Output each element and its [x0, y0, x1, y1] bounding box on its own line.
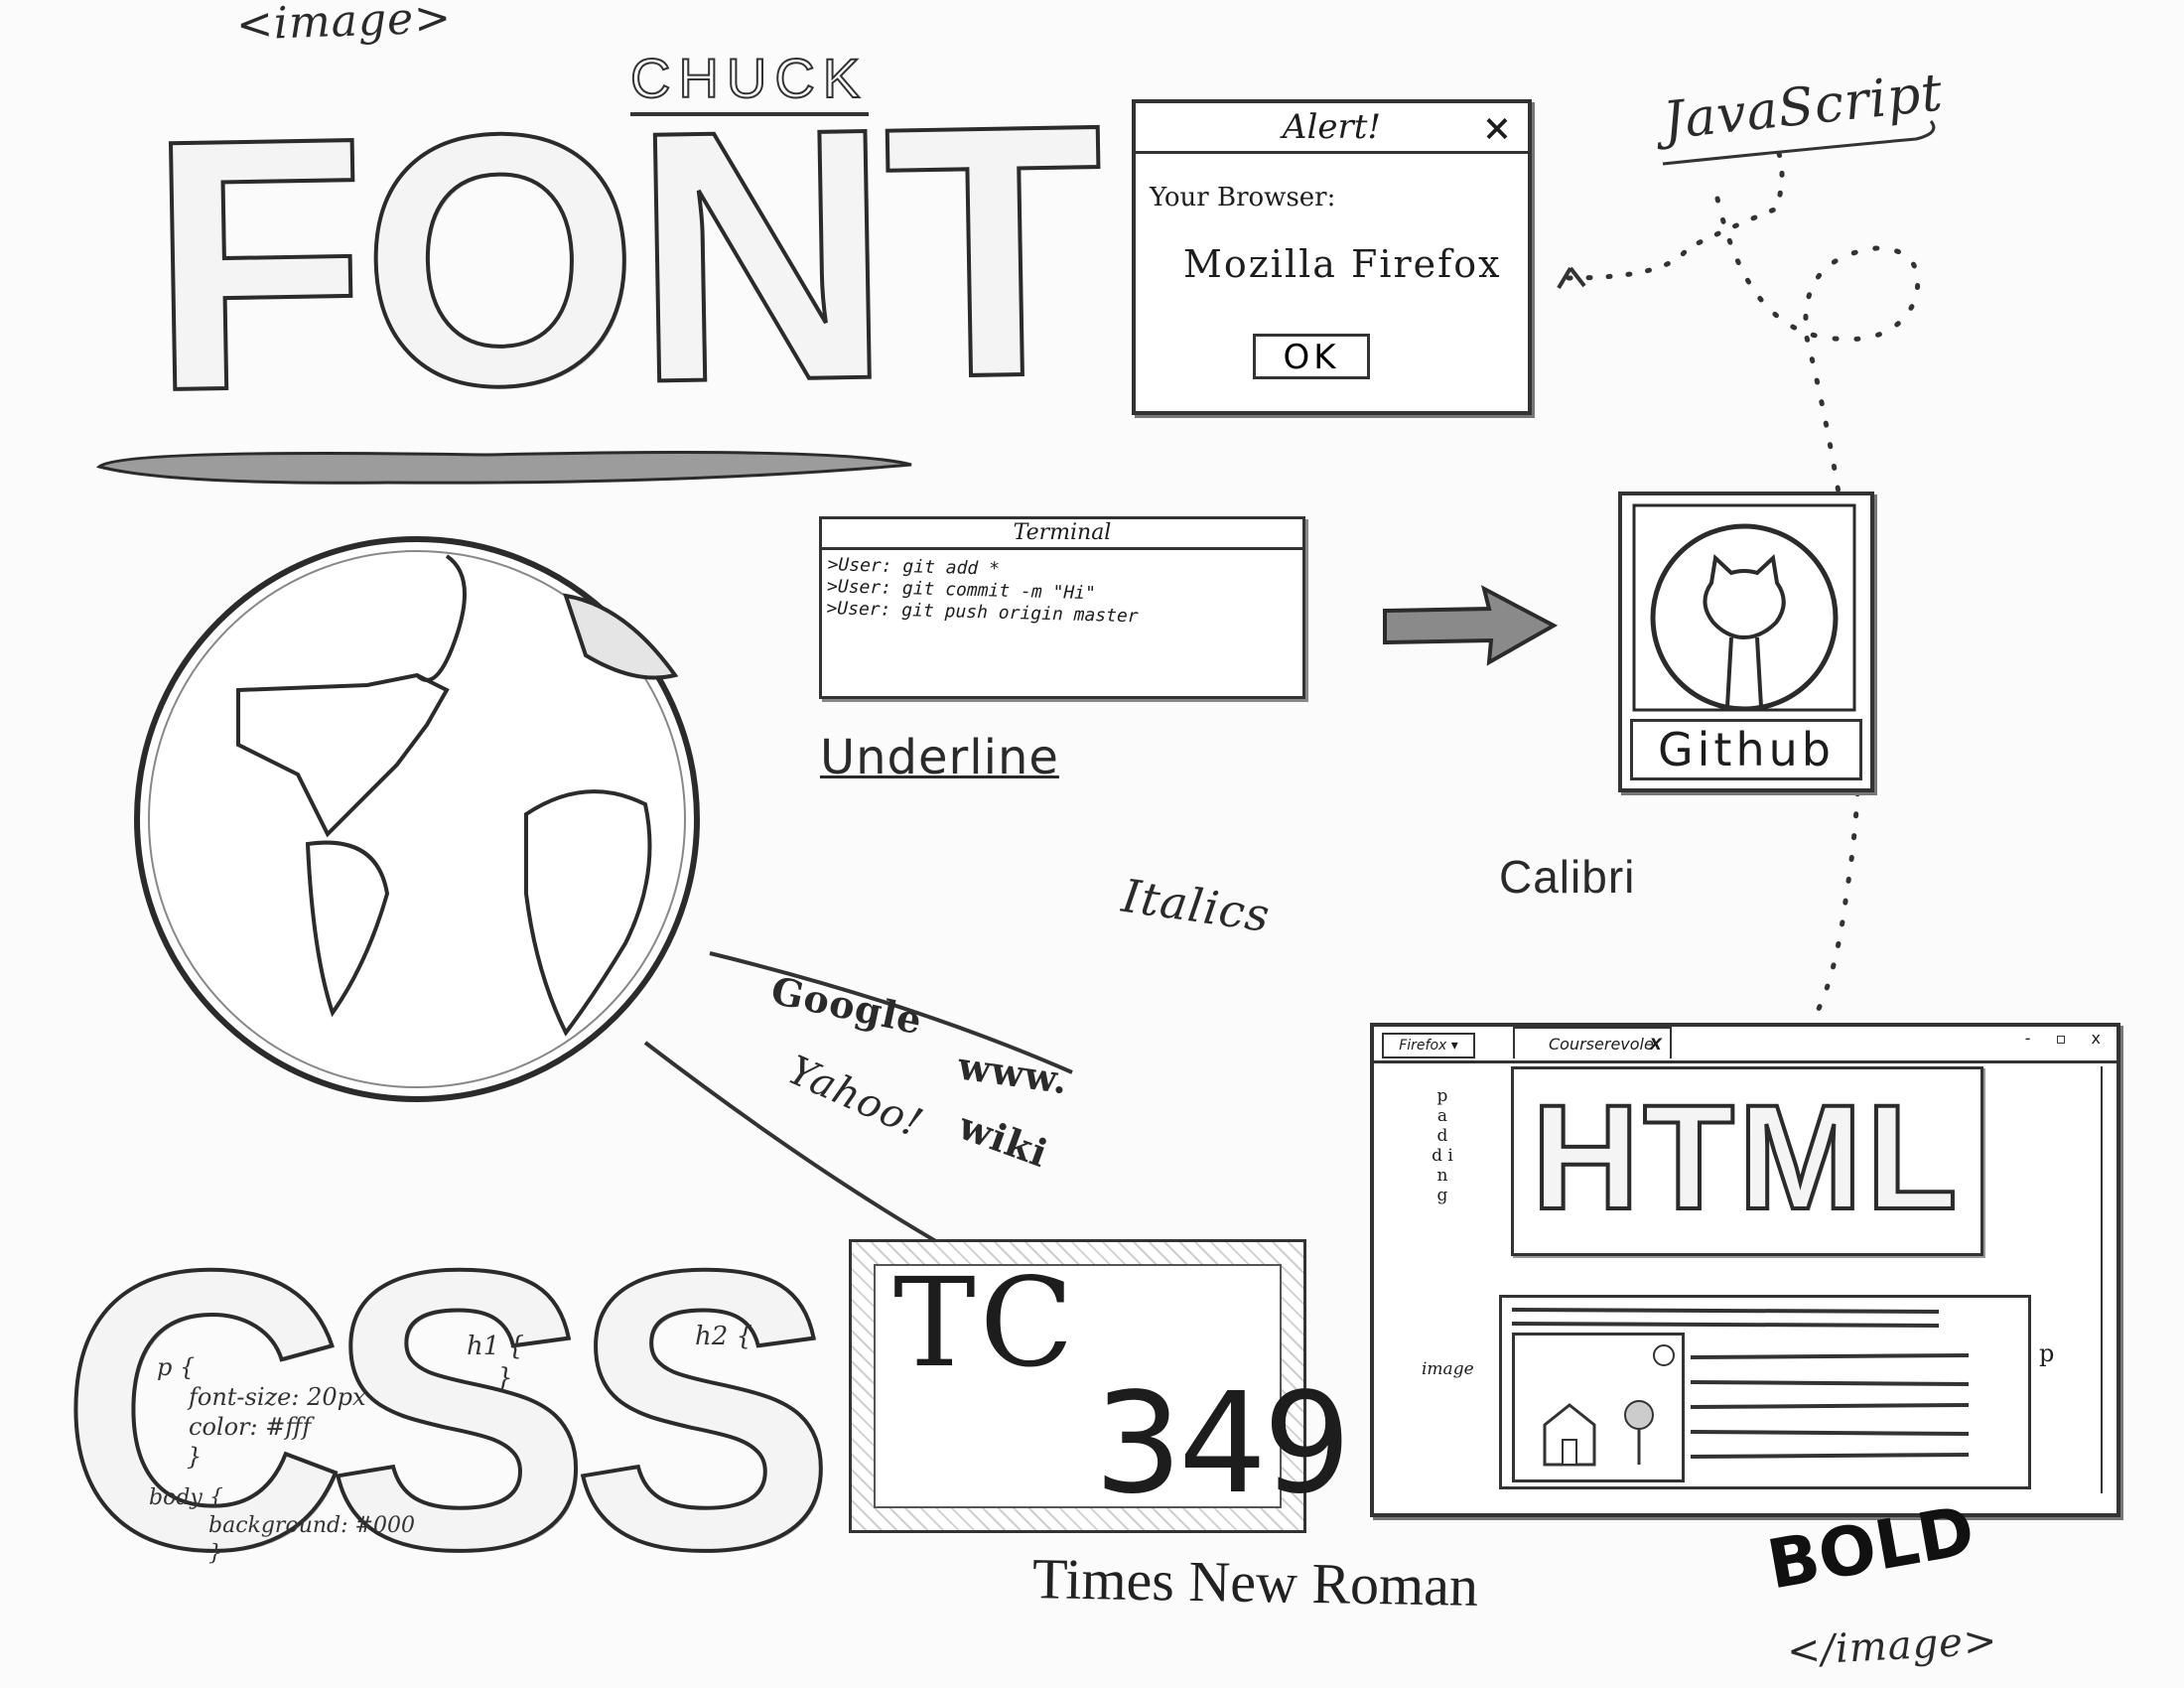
- css-code-line: }: [187, 1443, 203, 1471]
- css-code-h1: h1 { }: [467, 1331, 524, 1394]
- terminal-lines: >User: git add * >User: git commit -m "H…: [820, 550, 1302, 636]
- tc-text: TC: [893, 1252, 1078, 1395]
- open-image-tag: <image>: [235, 0, 453, 51]
- font-underline-swoosh: [95, 451, 912, 485]
- html-heading: HTML: [1530, 1073, 1962, 1240]
- css-code-line: font-size: 20px: [189, 1383, 366, 1411]
- underline-label: Underline: [820, 730, 1059, 785]
- css-code-line: }: [496, 1363, 513, 1393]
- css-code-line: background: #000: [208, 1513, 415, 1538]
- terminal-window: Terminal >User: git add * >User: git com…: [819, 516, 1305, 699]
- font-word: FONT: [144, 49, 1104, 469]
- alert-label: Your Browser:: [1150, 183, 1336, 212]
- terminal-title: Terminal: [822, 519, 1302, 550]
- browser-window: Firefox ▾ Courserevole X - ▫ x p a d d i…: [1370, 1023, 2120, 1517]
- alert-dialog: Alert! × Your Browser: Mozilla Firefox O…: [1132, 99, 1532, 415]
- ok-button[interactable]: OK: [1253, 334, 1370, 379]
- css-code-h2: h2 {: [695, 1321, 752, 1352]
- scrollbar[interactable]: [2101, 1066, 2113, 1493]
- css-code-line: h2 {: [695, 1322, 753, 1351]
- image-label: image: [1422, 1359, 1474, 1379]
- content-box: [1499, 1295, 2031, 1489]
- paragraph-label: p: [2039, 1339, 2055, 1367]
- tc-349-inner: TC 349: [874, 1252, 1351, 1525]
- octocat-icon: [1632, 503, 1856, 712]
- css-code-line: body {: [149, 1485, 223, 1510]
- github-box[interactable]: Github: [1618, 492, 1874, 792]
- browser-tab-title: Courserevole: [1549, 1035, 1654, 1054]
- css-code-body: body { background: #000 }: [149, 1484, 415, 1568]
- tc-number: 349: [1094, 1363, 1351, 1525]
- github-label: Github: [1630, 719, 1862, 780]
- browser-tab[interactable]: Courserevole X: [1513, 1027, 1672, 1058]
- tab-close-icon[interactable]: X: [1650, 1029, 1662, 1060]
- arrow-right-icon: [1383, 585, 1559, 666]
- times-new-roman-label: Times New Roman: [1031, 1546, 1479, 1618]
- css-code-p: p { font-size: 20px color: #fff }: [157, 1352, 366, 1472]
- firefox-menu-button[interactable]: Firefox ▾: [1382, 1033, 1475, 1058]
- alert-title-bar: Alert! ×: [1136, 103, 1528, 154]
- window-controls[interactable]: - ▫ x: [2025, 1029, 2111, 1048]
- house-icon: [1543, 1344, 1675, 1467]
- padding-label: p a d d i n g: [1432, 1086, 1453, 1205]
- close-image-tag: </image>: [1785, 1618, 1999, 1675]
- html-heading-box: HTML: [1511, 1066, 1983, 1256]
- alert-title: Alert!: [1282, 107, 1382, 147]
- css-code-line: }: [208, 1541, 222, 1566]
- browser-tab-bar: Firefox ▾ Courserevole X - ▫ x: [1374, 1027, 2116, 1063]
- italics-label: Italics: [1118, 868, 1274, 943]
- css-code-line: p {: [157, 1353, 196, 1381]
- image-placeholder: [1512, 1333, 1685, 1482]
- css-code-line: h1 {: [467, 1332, 525, 1361]
- close-icon[interactable]: ×: [1482, 107, 1512, 149]
- alert-value: Mozilla Firefox: [1183, 242, 1502, 286]
- css-code-line: color: #fff: [189, 1413, 312, 1441]
- tc-349-box: TC 349: [849, 1239, 1351, 1533]
- calibri-label: Calibri: [1499, 851, 1636, 903]
